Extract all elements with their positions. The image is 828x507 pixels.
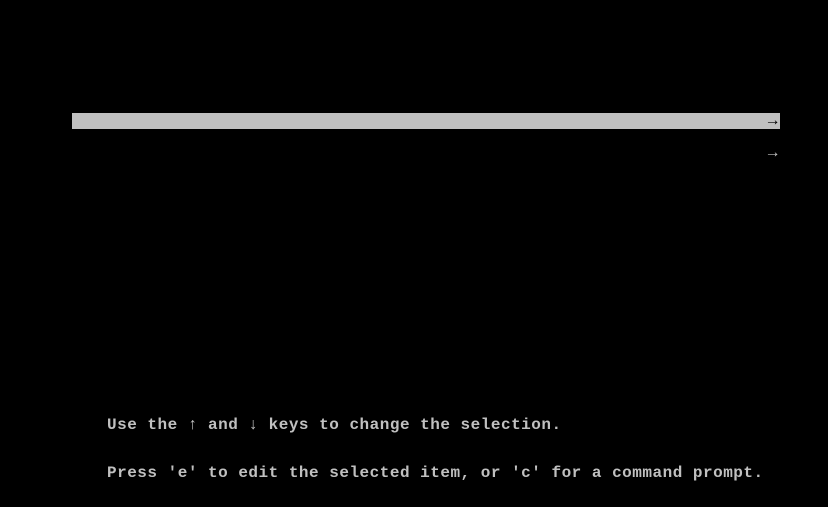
- boot-menu[interactable]: Oracle Linux Server (5.15.0-0.30.19.el9u…: [72, 113, 780, 161]
- boot-entry-label: Oracle Linux Server (0-rescue-59d3fed993…: [147, 160, 780, 161]
- help-text: Use the ↑ and ↓ keys to change the selec…: [107, 385, 764, 497]
- boot-entry-2[interactable]: Oracle Linux Server (0-rescue-59d3fed993…: [72, 145, 780, 161]
- help-line-1: Use the ↑ and ↓ keys to change the selec…: [107, 417, 764, 433]
- truncation-arrow-icon: →: [768, 113, 778, 129]
- boot-entry-0[interactable]: Oracle Linux Server (5.15.0-0.30.19.el9u…: [72, 113, 780, 129]
- help-line-2: Press 'e' to edit the selected item, or …: [107, 465, 764, 481]
- boot-entry-1[interactable]: Oracle Linux Server (5.14.0-70.13.1.0.3.…: [72, 129, 780, 145]
- truncation-arrow-icon: →: [768, 145, 778, 161]
